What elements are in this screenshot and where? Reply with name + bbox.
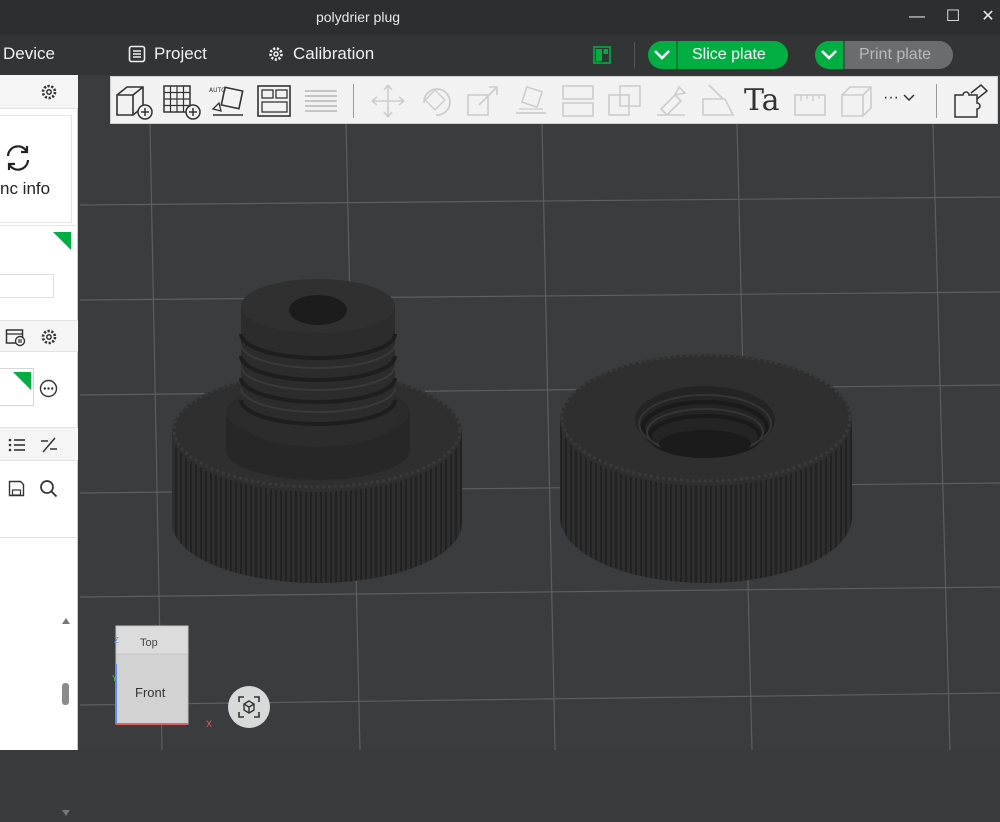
axis-y-label: Y xyxy=(112,674,118,683)
toolbar-divider xyxy=(936,84,937,118)
save-icon[interactable] xyxy=(8,480,25,497)
seam-paint-icon[interactable] xyxy=(697,81,737,121)
sidebar-scrollbar[interactable] xyxy=(58,617,74,822)
close-button[interactable]: ✕ xyxy=(976,6,1000,28)
settings-gear-icon[interactable] xyxy=(40,83,58,101)
focus-cube-icon xyxy=(238,696,260,718)
sidebar-header xyxy=(0,75,78,109)
split-icon[interactable] xyxy=(558,81,598,121)
recenter-view-button[interactable] xyxy=(228,686,270,728)
tab-project-label: Project xyxy=(154,44,207,63)
assembly-icon[interactable] xyxy=(837,81,877,121)
menu-bar: Device Project Calibration Slice plate P… xyxy=(0,35,1000,75)
plate-settings-header xyxy=(0,320,78,352)
measure-icon[interactable] xyxy=(791,81,831,121)
sync-info-label: nc info xyxy=(0,179,51,198)
search-icon[interactable] xyxy=(39,479,58,498)
print-plate-button[interactable]: Print plate xyxy=(815,41,954,69)
lay-on-face-icon[interactable] xyxy=(511,81,551,121)
settings-gear-icon[interactable] xyxy=(40,328,58,346)
percent-compare-icon[interactable] xyxy=(40,436,58,454)
filament-select[interactable] xyxy=(0,274,54,298)
window-title: polydrier plug xyxy=(315,9,401,25)
axis-z-label: Z xyxy=(114,636,119,645)
selected-corner-check-icon xyxy=(13,372,31,390)
rotate-icon[interactable] xyxy=(416,81,456,121)
slice-plate-button[interactable]: Slice plate xyxy=(648,41,788,69)
maximize-button[interactable]: ☐ xyxy=(941,6,965,28)
puzzle-icon[interactable] xyxy=(951,81,991,121)
view-cube-front-face[interactable]: Front xyxy=(135,685,165,700)
slice-plate-label: Slice plate xyxy=(678,41,788,69)
tab-device[interactable]: Device xyxy=(3,44,55,64)
add-plate-icon[interactable] xyxy=(161,81,201,121)
chevron-down-icon xyxy=(821,50,837,60)
layout-toggle-icon[interactable] xyxy=(593,46,611,64)
arrange-icon[interactable] xyxy=(254,81,294,121)
view-cube[interactable]: Top Front Z Y X xyxy=(112,625,212,729)
more-tools-button[interactable]: ··· xyxy=(883,89,915,107)
title-bar: polydrier plug — ☐ ✕ xyxy=(0,0,1000,35)
more-icon: ··· xyxy=(883,89,899,106)
text-tool-button[interactable]: Ta xyxy=(744,81,784,121)
gear-icon xyxy=(269,47,283,61)
left-sidebar: nc info xyxy=(0,75,78,816)
printer-sync-icon[interactable] xyxy=(5,327,27,347)
tab-calibration-label: Calibration xyxy=(293,44,375,63)
process-preset-select[interactable] xyxy=(0,368,34,406)
print-dropdown[interactable] xyxy=(815,41,843,69)
print-plate-label: Print plate xyxy=(845,41,954,69)
text-icon: Ta xyxy=(744,83,780,118)
chevron-down-icon xyxy=(903,94,915,102)
sync-info-card[interactable]: nc info xyxy=(0,115,72,223)
scroll-up-arrow-icon[interactable] xyxy=(61,617,71,625)
list-icon[interactable] xyxy=(8,437,26,453)
chevron-down-icon xyxy=(654,50,670,60)
slice-dropdown[interactable] xyxy=(648,41,676,69)
add-object-icon[interactable] xyxy=(113,81,153,121)
object-list-header xyxy=(0,427,78,461)
sync-icon xyxy=(6,145,30,171)
move-icon[interactable] xyxy=(368,81,408,121)
scale-icon[interactable] xyxy=(463,81,503,121)
filament-panel xyxy=(0,225,78,325)
support-paint-icon[interactable] xyxy=(651,81,691,121)
minimize-button[interactable]: — xyxy=(905,6,929,28)
project-list-icon xyxy=(128,45,146,63)
sidebar-divider xyxy=(0,537,78,538)
build-plate xyxy=(80,75,1000,750)
menu-divider xyxy=(634,42,635,68)
object-toolbar: AUTO Ta ··· xyxy=(110,76,998,124)
axis-x-label: X xyxy=(206,719,213,729)
scroll-down-arrow-icon[interactable] xyxy=(61,809,71,817)
selected-corner-check-icon xyxy=(53,232,71,250)
tab-device-label: Device xyxy=(3,44,55,63)
scroll-thumb[interactable] xyxy=(62,683,69,705)
toolbar-divider xyxy=(353,84,354,118)
view-cube-top-face[interactable]: Top xyxy=(140,637,158,649)
tab-calibration[interactable]: Calibration xyxy=(267,44,374,64)
cut-icon[interactable] xyxy=(605,81,645,121)
tab-project[interactable]: Project xyxy=(128,44,207,64)
more-options-icon[interactable] xyxy=(39,379,58,398)
auto-orient-icon[interactable]: AUTO xyxy=(207,81,247,121)
knurled-nut-model[interactable] xyxy=(560,353,852,583)
layers-icon[interactable] xyxy=(301,81,341,121)
3d-viewport[interactable] xyxy=(80,75,1000,750)
